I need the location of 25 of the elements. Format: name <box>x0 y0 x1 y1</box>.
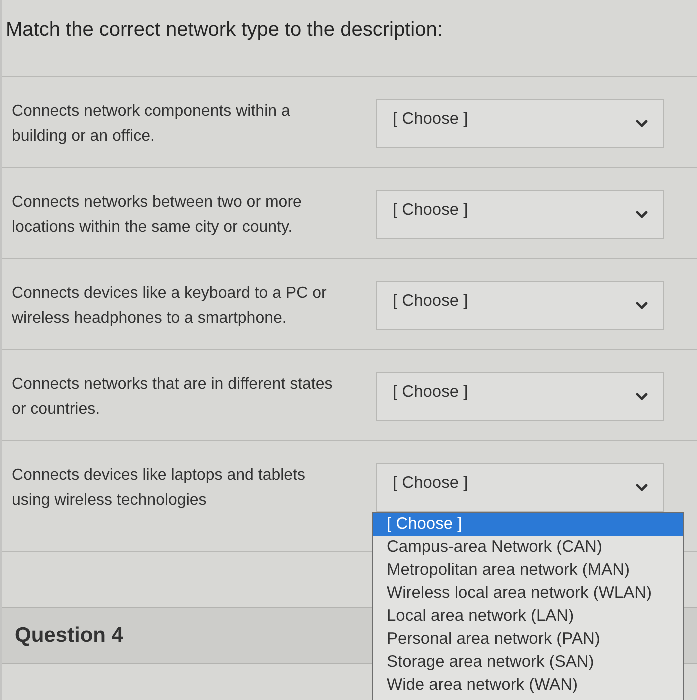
chevron-down-icon <box>636 392 648 400</box>
chevron-down-icon <box>636 302 648 310</box>
dropdown-option[interactable]: Personal area network (PAN) <box>373 628 683 651</box>
choose-dropdown[interactable]: [ Choose ] <box>376 372 664 421</box>
description-text: Connects devices like laptops and tablets using wireless technologies <box>12 466 307 511</box>
description-text: Connects networks between two or more locations within the same city or county. <box>12 193 303 238</box>
description-text: Connects network components within a building or an office. <box>12 102 292 147</box>
question-title: Question 4 <box>15 624 124 648</box>
dropdown-option[interactable]: Storage area network (SAN) <box>373 651 683 674</box>
dropdown-option[interactable]: Metropolitan area network (MAN) <box>373 559 683 582</box>
dropdown-option[interactable]: Wireless local area network (WLAN) <box>373 582 683 605</box>
dropdown-option[interactable]: Wide area network (WAN) <box>373 674 683 697</box>
description-text: Connects devices like a keyboard to a PC or wireless headphones to a smartphone. <box>12 284 328 329</box>
dropdown-option[interactable]: Local area network (LAN) <box>373 605 683 628</box>
description-text: Connects networks that are in different states or countries. <box>12 375 334 420</box>
chevron-down-icon <box>636 484 648 492</box>
dropdown-option[interactable]: Campus-area Network (CAN) <box>373 536 683 559</box>
chevron-down-icon <box>636 120 648 128</box>
question-prompt: Match the correct network type to the description: <box>6 19 443 42</box>
dropdown-option[interactable]: [ Choose ] <box>373 513 683 536</box>
choose-dropdown[interactable]: [ Choose ] <box>376 463 664 512</box>
choose-dropdown[interactable]: [ Choose ] <box>376 190 664 239</box>
choose-dropdown[interactable]: [ Choose ] <box>376 281 664 330</box>
choose-dropdown[interactable]: [ Choose ] <box>376 99 664 148</box>
chevron-down-icon <box>636 210 648 218</box>
